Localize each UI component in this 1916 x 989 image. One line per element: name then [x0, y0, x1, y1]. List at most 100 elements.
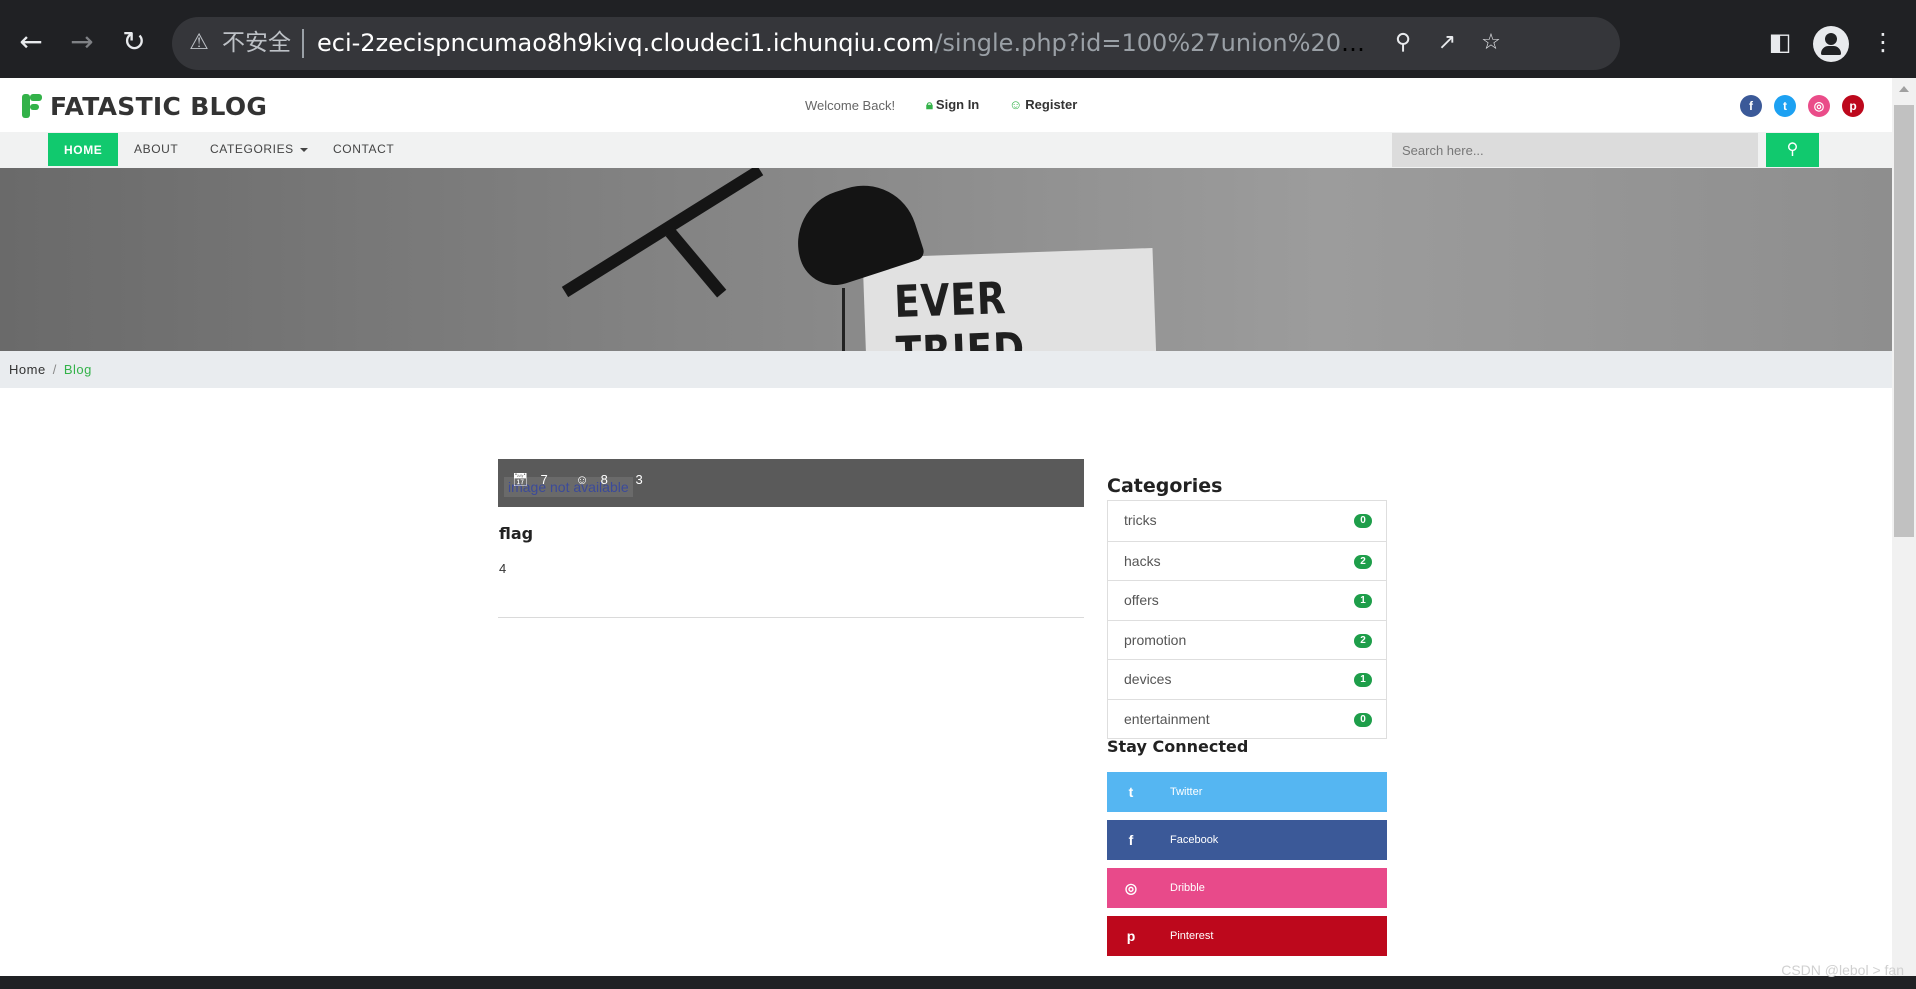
web-page: FATASTIC BLOG Welcome Back! 🔒︎ Sign In ☺ R… — [0, 78, 1892, 976]
post-date: 📅︎ 7 — [512, 472, 560, 487]
category-count-badge: 2 — [1354, 554, 1372, 569]
category-count-badge: 1 — [1354, 594, 1372, 608]
url-path: /single.php?id=100%27union%20select%201,… — [934, 29, 1377, 57]
category-item-offers[interactable]: offers 1 — [1108, 580, 1386, 620]
address-bar[interactable]: ⚠ 不安全 eci-2zecispncumao8h9kivq.cloudeci1… — [172, 17, 1620, 70]
lock-icon: 🔒︎ — [926, 97, 933, 112]
post-divider — [498, 617, 1084, 618]
nav-categories[interactable]: CATEGORIES — [194, 132, 324, 166]
site-header: FATASTIC BLOG Welcome Back! 🔒︎ Sign In ☺ R… — [0, 78, 1892, 132]
site-logo[interactable]: FATASTIC BLOG — [20, 91, 267, 121]
category-count-badge: 2 — [1354, 633, 1372, 648]
breadcrumb-home[interactable]: Home — [9, 362, 46, 377]
pinterest-icon[interactable]: p — [1842, 95, 1864, 117]
category-item-hacks[interactable]: hacks 2 — [1108, 540, 1386, 581]
insecure-label[interactable]: 不安全 — [222, 30, 291, 57]
social-button-label: Pinterest — [1170, 930, 1214, 942]
share-icon[interactable]: ↗ — [1432, 28, 1462, 58]
category-count-badge: 0 — [1354, 712, 1372, 727]
nav-about[interactable]: ABOUT — [118, 132, 194, 166]
dribbble-icon[interactable]: ◎ — [1808, 95, 1830, 117]
page-scrollbar[interactable] — [1892, 78, 1916, 976]
sign-in-label: Sign In — [935, 97, 980, 112]
nav-contact[interactable]: CONTACT — [317, 132, 410, 166]
category-count-badge: 0 — [1354, 514, 1372, 528]
search-button[interactable]: ⚲ — [1766, 133, 1819, 167]
post-meta: 📅︎ 7 ☺ 8 3 — [512, 472, 655, 488]
side-panel-icon[interactable]: ◧ — [1763, 25, 1797, 59]
main-navigation: HOME ABOUT CATEGORIES CONTACT ⚲ — [0, 132, 1892, 168]
lamp-cord — [842, 288, 845, 351]
hero-banner-image: EVER TRIED. — [0, 168, 1892, 351]
user-icon: ☺ — [575, 472, 589, 487]
welcome-text: Welcome Back! — [805, 98, 896, 113]
calendar-icon: 📅︎ — [512, 472, 529, 487]
scroll-up-arrow-icon[interactable] — [1899, 86, 1909, 92]
facebook-button[interactable]: f Facebook — [1107, 820, 1387, 860]
menu-kebab-icon[interactable]: ⋮ — [1866, 25, 1900, 59]
scroll-thumb[interactable] — [1894, 105, 1914, 537]
post-image: image not available 📅︎ 7 ☺ 8 3 — [498, 459, 1084, 507]
dribbble-icon: ◎ — [1124, 880, 1138, 896]
caret-down-icon — [299, 147, 308, 152]
back-icon[interactable]: ← — [13, 24, 49, 60]
pinterest-button[interactable]: p Pinterest — [1107, 916, 1387, 956]
category-item-tricks[interactable]: tricks 0 — [1108, 501, 1386, 541]
breadcrumb-separator: / — [52, 362, 57, 377]
category-label: devices — [1124, 671, 1172, 687]
category-label: offers — [1124, 592, 1159, 608]
zoom-icon[interactable]: ⚲ — [1388, 28, 1418, 58]
category-item-entertainment[interactable]: entertainment 0 — [1108, 698, 1386, 739]
taskbar-strip — [0, 976, 1916, 989]
post-body: 4 — [499, 561, 507, 576]
social-button-label: Twitter — [1170, 786, 1203, 798]
browser-toolbar: ← → ↻ ⚠ 不安全 eci-2zecispncumao8h9kivq.clo… — [0, 0, 1916, 78]
url-text[interactable]: eci-2zecispncumao8h9kivq.cloudeci1.ichun… — [317, 29, 1377, 58]
categories-heading: Categories — [1107, 475, 1223, 497]
post-date-value: 7 — [540, 472, 548, 487]
category-label: entertainment — [1124, 710, 1210, 727]
post-author-value: 8 — [600, 472, 608, 487]
social-button-label: Dribble — [1170, 882, 1205, 894]
register-link[interactable]: ☺ Register — [1009, 97, 1077, 112]
lamp-arm-upper — [665, 228, 727, 298]
twitter-icon[interactable]: t — [1774, 95, 1796, 117]
reload-icon[interactable]: ↻ — [116, 24, 152, 60]
omnibox-separator — [302, 29, 304, 58]
twitter-button[interactable]: t Twitter — [1107, 772, 1387, 812]
breadcrumb: Home / Blog — [0, 351, 1892, 388]
nav-categories-label: CATEGORIES — [210, 142, 294, 156]
watermark: CSDN @lebol > fan — [1781, 962, 1904, 978]
social-button-label: Facebook — [1170, 834, 1219, 846]
category-label: tricks — [1124, 512, 1157, 528]
facebook-icon: f — [1128, 832, 1134, 848]
register-label: Register — [1025, 97, 1078, 112]
categories-list: tricks 0 hacks 2 offers 1 promotion 2 devices 1 en… — [1107, 500, 1387, 739]
category-label: hacks — [1124, 552, 1161, 569]
profile-icon[interactable] — [1813, 26, 1849, 62]
logo-mark-icon — [20, 92, 44, 120]
logo-text: FATASTIC BLOG — [50, 91, 268, 121]
search-input[interactable] — [1392, 133, 1758, 167]
stay-connected-heading: Stay Connected — [1107, 737, 1249, 756]
dribble-button[interactable]: ◎ Dribble — [1107, 868, 1387, 908]
warning-icon[interactable]: ⚠ — [186, 30, 212, 56]
pinterest-icon: p — [1126, 928, 1136, 944]
category-count-badge: 1 — [1354, 673, 1372, 687]
user-icon: ☺ — [1009, 97, 1023, 112]
post-comments: 3 — [635, 472, 643, 487]
facebook-icon[interactable]: f — [1740, 95, 1762, 117]
url-host: eci-2zecispncumao8h9kivq.cloudeci1.ichun… — [317, 29, 935, 57]
hero-sign-text: EVER TRIED. — [893, 273, 1041, 351]
category-item-promotion[interactable]: promotion 2 — [1108, 619, 1386, 660]
category-item-devices[interactable]: devices 1 — [1108, 659, 1386, 699]
sign-in-link[interactable]: 🔒︎ Sign In — [926, 97, 979, 113]
breadcrumb-current: Blog — [63, 362, 92, 377]
post-title[interactable]: flag — [499, 524, 533, 543]
category-label: promotion — [1124, 631, 1187, 648]
twitter-icon: t — [1128, 784, 1134, 800]
search-icon: ⚲ — [1786, 141, 1799, 158]
bookmark-star-icon[interactable]: ☆ — [1476, 28, 1506, 58]
nav-home[interactable]: HOME — [48, 133, 119, 166]
forward-icon[interactable]: → — [64, 24, 100, 60]
